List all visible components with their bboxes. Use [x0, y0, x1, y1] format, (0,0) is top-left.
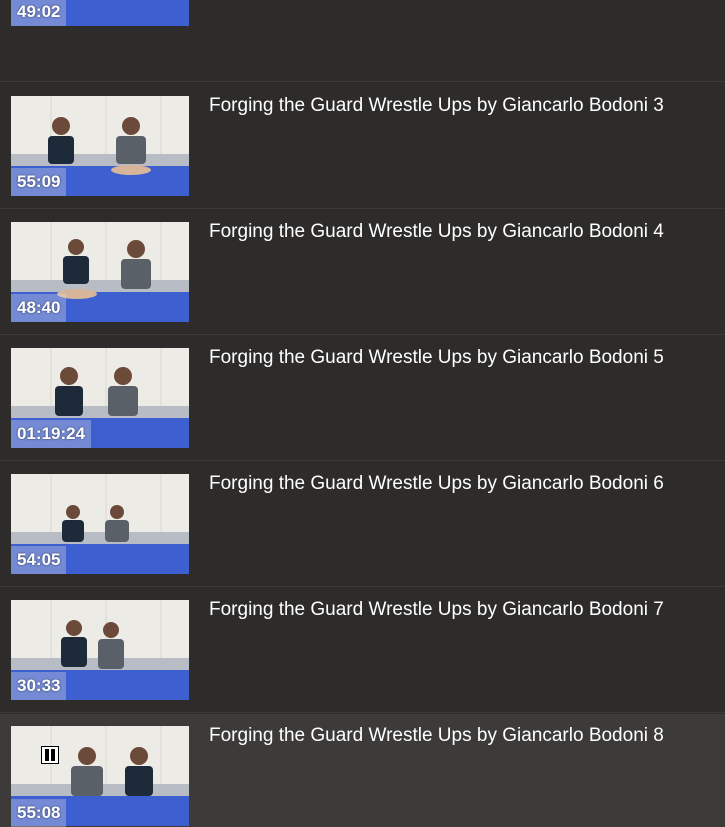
video-duration: 55:08 — [11, 799, 67, 827]
playlist-item[interactable]: 55:09 Forging the Guard Wrestle Ups by G… — [0, 84, 725, 209]
video-duration: 49:02 — [11, 0, 67, 26]
playlist-item[interactable]: 54:05 Forging the Guard Wrestle Ups by G… — [0, 462, 725, 587]
video-title[interactable]: Forging the Guard Wrestle Ups by Giancar… — [209, 221, 664, 243]
video-duration: 48:40 — [11, 294, 67, 322]
video-title[interactable]: Forging the Guard Wrestle Ups by Giancar… — [209, 347, 664, 369]
video-title[interactable]: Forging the Guard Wrestle Ups by Giancar… — [209, 95, 664, 117]
video-thumbnail[interactable]: 48:40 — [11, 222, 189, 322]
video-title[interactable]: Forging the Guard Wrestle Ups by Giancar… — [209, 599, 664, 621]
playlist-item[interactable]: 49:02 — [0, 0, 725, 82]
playlist-item[interactable]: 30:33 Forging the Guard Wrestle Ups by G… — [0, 588, 725, 713]
playlist: 49:02 55:09 Forging the Guard Wrestle Up… — [0, 0, 725, 827]
video-duration: 54:05 — [11, 546, 67, 574]
playlist-item-current[interactable]: 55:08 Forging the Guard Wrestle Ups by G… — [0, 714, 725, 827]
video-duration: 01:19:24 — [11, 420, 92, 448]
video-thumbnail[interactable]: 55:09 — [11, 96, 189, 196]
video-duration: 55:09 — [11, 168, 67, 196]
video-title[interactable]: Forging the Guard Wrestle Ups by Giancar… — [209, 725, 664, 747]
video-thumbnail[interactable]: 01:19:24 — [11, 348, 189, 448]
video-duration: 30:33 — [11, 672, 67, 700]
video-thumbnail[interactable]: 49:02 — [11, 0, 189, 26]
video-thumbnail[interactable]: 30:33 — [11, 600, 189, 700]
playlist-item[interactable]: 48:40 Forging the Guard Wrestle Ups by G… — [0, 210, 725, 335]
video-title[interactable]: Forging the Guard Wrestle Ups by Giancar… — [209, 473, 664, 495]
video-thumbnail[interactable]: 55:08 — [11, 726, 189, 827]
pause-icon — [41, 746, 59, 764]
playlist-item[interactable]: 01:19:24 Forging the Guard Wrestle Ups b… — [0, 336, 725, 461]
video-thumbnail[interactable]: 54:05 — [11, 474, 189, 574]
